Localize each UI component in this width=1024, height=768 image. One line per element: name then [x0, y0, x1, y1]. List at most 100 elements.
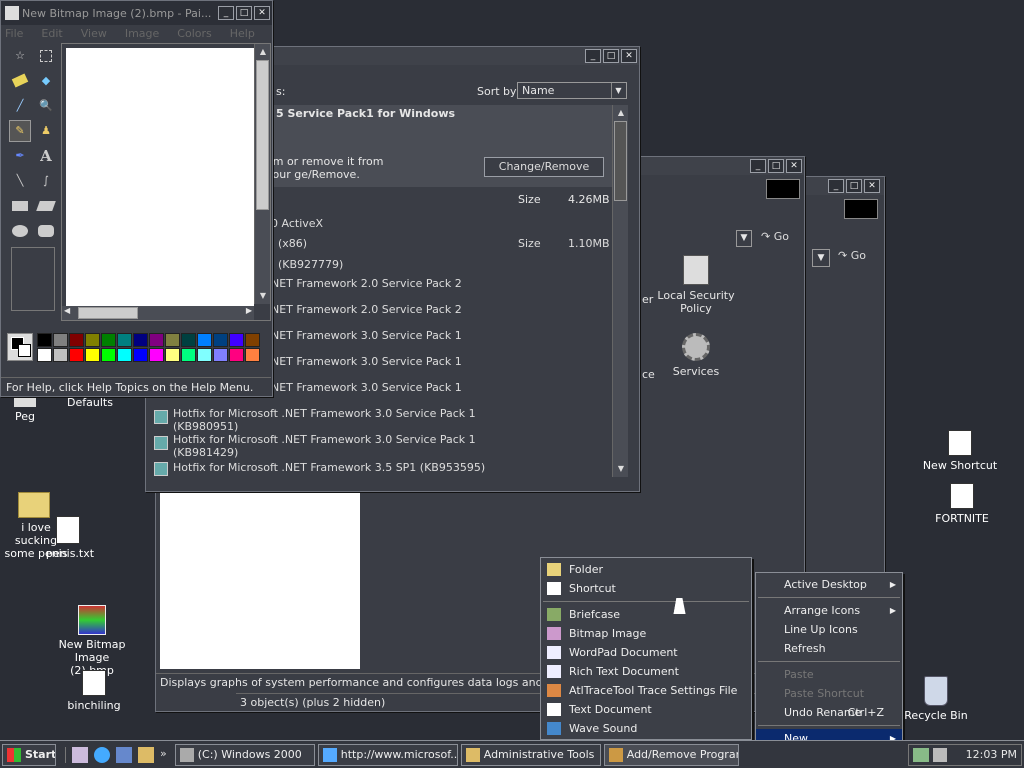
- color-swatch[interactable]: [197, 333, 212, 347]
- canvas-area[interactable]: ▲ ▼ ◀ ▶: [61, 43, 271, 321]
- scroll-right-arrow-icon[interactable]: ▶: [246, 306, 252, 315]
- brush-tool[interactable]: ♟: [35, 120, 57, 142]
- network-icon[interactable]: [913, 747, 929, 762]
- color-swatch[interactable]: [133, 333, 148, 347]
- pencil-tool[interactable]: ✎: [9, 120, 31, 142]
- scroll-down-arrow-icon[interactable]: ▼: [255, 288, 271, 304]
- context-menu-item-line-up-icons[interactable]: Line Up Icons: [756, 620, 902, 639]
- new-menu-item-folder[interactable]: Folder: [541, 560, 751, 579]
- desktop-icon-penis-txt[interactable]: penis.txt: [30, 516, 110, 560]
- color-swatch[interactable]: [229, 348, 244, 362]
- menu-view[interactable]: View: [81, 27, 107, 40]
- color-swatch[interactable]: [69, 348, 84, 362]
- rounded-rect-tool[interactable]: [35, 220, 57, 242]
- scroll-up-arrow-icon[interactable]: ▲: [255, 44, 271, 60]
- menu-image[interactable]: Image: [125, 27, 159, 40]
- scroll-thumb[interactable]: [256, 60, 269, 210]
- airbrush-tool[interactable]: ✒: [9, 145, 31, 167]
- rectangle-tool[interactable]: [9, 195, 31, 217]
- close-button[interactable]: ✕: [621, 49, 637, 63]
- color-swatch[interactable]: [181, 348, 196, 362]
- new-menu-item-text-document[interactable]: Text Document: [541, 700, 751, 719]
- minimize-button[interactable]: _: [218, 6, 234, 20]
- close-button[interactable]: ✕: [864, 179, 880, 193]
- maximize-button[interactable]: □: [236, 6, 252, 20]
- color-swatch[interactable]: [165, 333, 180, 347]
- minimize-button[interactable]: _: [585, 49, 601, 63]
- outlook-icon[interactable]: [116, 746, 132, 763]
- context-menu-item-arrange-icons[interactable]: Arrange Icons ▶: [756, 601, 902, 620]
- canvas-vertical-scrollbar[interactable]: ▲ ▼: [254, 44, 270, 304]
- go-button[interactable]: ↷ Go: [761, 230, 801, 248]
- address-dropdown-button[interactable]: ▼: [812, 249, 830, 267]
- current-colors[interactable]: [7, 333, 33, 361]
- volume-icon[interactable]: [933, 747, 947, 762]
- change-remove-button[interactable]: Change/Remove: [484, 157, 604, 177]
- scroll-thumb[interactable]: [78, 307, 138, 319]
- color-swatch[interactable]: [101, 333, 116, 347]
- polygon-tool[interactable]: [35, 195, 57, 217]
- color-picker-tool[interactable]: ╱: [9, 95, 31, 117]
- minimize-button[interactable]: _: [750, 159, 766, 173]
- scroll-down-arrow-icon[interactable]: ▼: [613, 461, 629, 477]
- menu-colors[interactable]: Colors: [177, 27, 211, 40]
- drawing-canvas[interactable]: [66, 48, 254, 308]
- new-menu-item-rich-text-document[interactable]: Rich Text Document: [541, 662, 751, 681]
- maximize-button[interactable]: □: [846, 179, 862, 193]
- color-swatch[interactable]: [133, 348, 148, 362]
- free-select-tool[interactable]: ☆: [9, 45, 31, 67]
- new-menu-item-bitmap-image[interactable]: Bitmap Image: [541, 624, 751, 643]
- color-swatch[interactable]: [85, 333, 100, 347]
- admin-item-partial-1[interactable]: er: [642, 293, 653, 306]
- new-menu-item-shortcut[interactable]: Shortcut: [541, 579, 751, 598]
- desktop-icon-peg[interactable]: Peg: [0, 395, 50, 423]
- address-dropdown-button[interactable]: ▼: [736, 230, 752, 247]
- maximize-button[interactable]: □: [768, 159, 784, 173]
- color-swatch[interactable]: [37, 348, 52, 362]
- desktop-icon-defaults[interactable]: Defaults: [50, 396, 130, 409]
- close-button[interactable]: ✕: [786, 159, 802, 173]
- new-menu-item-wave-sound[interactable]: Wave Sound: [541, 719, 751, 738]
- color-swatch[interactable]: [213, 348, 228, 362]
- new-menu-item-briefcase[interactable]: Briefcase: [541, 605, 751, 624]
- color-swatch[interactable]: [165, 348, 180, 362]
- color-swatch[interactable]: [85, 348, 100, 362]
- desktop-icon-binchiling[interactable]: binchiling: [54, 670, 134, 712]
- maximize-button[interactable]: □: [603, 49, 619, 63]
- color-swatch[interactable]: [245, 348, 260, 362]
- new-submenu[interactable]: Folder Shortcut Briefcase Bitmap Image WordP…: [540, 557, 752, 740]
- desktop-context-menu[interactable]: Active Desktop ▶ Arrange Icons ▶ Line Up Ico…: [755, 572, 903, 768]
- task-add-remove-programs[interactable]: Add/Remove Programs: [603, 743, 739, 766]
- menu-help[interactable]: Help: [230, 27, 255, 40]
- color-swatch[interactable]: [37, 333, 52, 347]
- paint-window[interactable]: New Bitmap Image (2).bmp - Pai... _ □ ✕ …: [0, 0, 273, 397]
- new-menu-item-atltracetool-trace-settings-file[interactable]: AtlTraceTool Trace Settings File: [541, 681, 751, 700]
- ellipse-tool[interactable]: [9, 220, 31, 242]
- color-swatch[interactable]: [117, 348, 132, 362]
- color-swatch[interactable]: [181, 333, 196, 347]
- color-swatch[interactable]: [101, 348, 116, 362]
- ie-icon[interactable]: [94, 746, 110, 763]
- menu-file[interactable]: File: [5, 27, 23, 40]
- color-swatch[interactable]: [197, 348, 212, 362]
- rect-select-tool[interactable]: [35, 45, 57, 67]
- desktop-icon-new-shortcut[interactable]: New Shortcut: [920, 430, 1000, 472]
- desktop-icon-recycle-bin[interactable]: Recycle Bin: [896, 676, 976, 722]
- menu-edit[interactable]: Edit: [41, 27, 62, 40]
- scroll-thumb[interactable]: [614, 121, 627, 201]
- color-swatch[interactable]: [213, 333, 228, 347]
- list-item[interactable]: Hotfix for Microsoft .NET Framework 3.5 …: [146, 461, 626, 477]
- close-button[interactable]: ✕: [254, 6, 270, 20]
- text-tool[interactable]: A: [35, 145, 57, 167]
- color-swatch[interactable]: [53, 348, 68, 362]
- canvas-horizontal-scrollbar[interactable]: ◀ ▶: [62, 306, 254, 320]
- context-menu-item-active-desktop[interactable]: Active Desktop ▶: [756, 575, 902, 594]
- color-swatch[interactable]: [245, 333, 260, 347]
- explorer-icon[interactable]: [138, 746, 154, 763]
- admin-item-services[interactable]: Services: [656, 333, 736, 378]
- task-microsoft-url[interactable]: http://www.microsof...: [317, 743, 458, 766]
- line-tool[interactable]: ╲: [9, 170, 31, 192]
- curve-tool[interactable]: ∫: [35, 170, 57, 192]
- desktop-icon-fortnite[interactable]: FORTNITE: [922, 483, 1002, 525]
- fill-tool[interactable]: ◆: [35, 70, 57, 92]
